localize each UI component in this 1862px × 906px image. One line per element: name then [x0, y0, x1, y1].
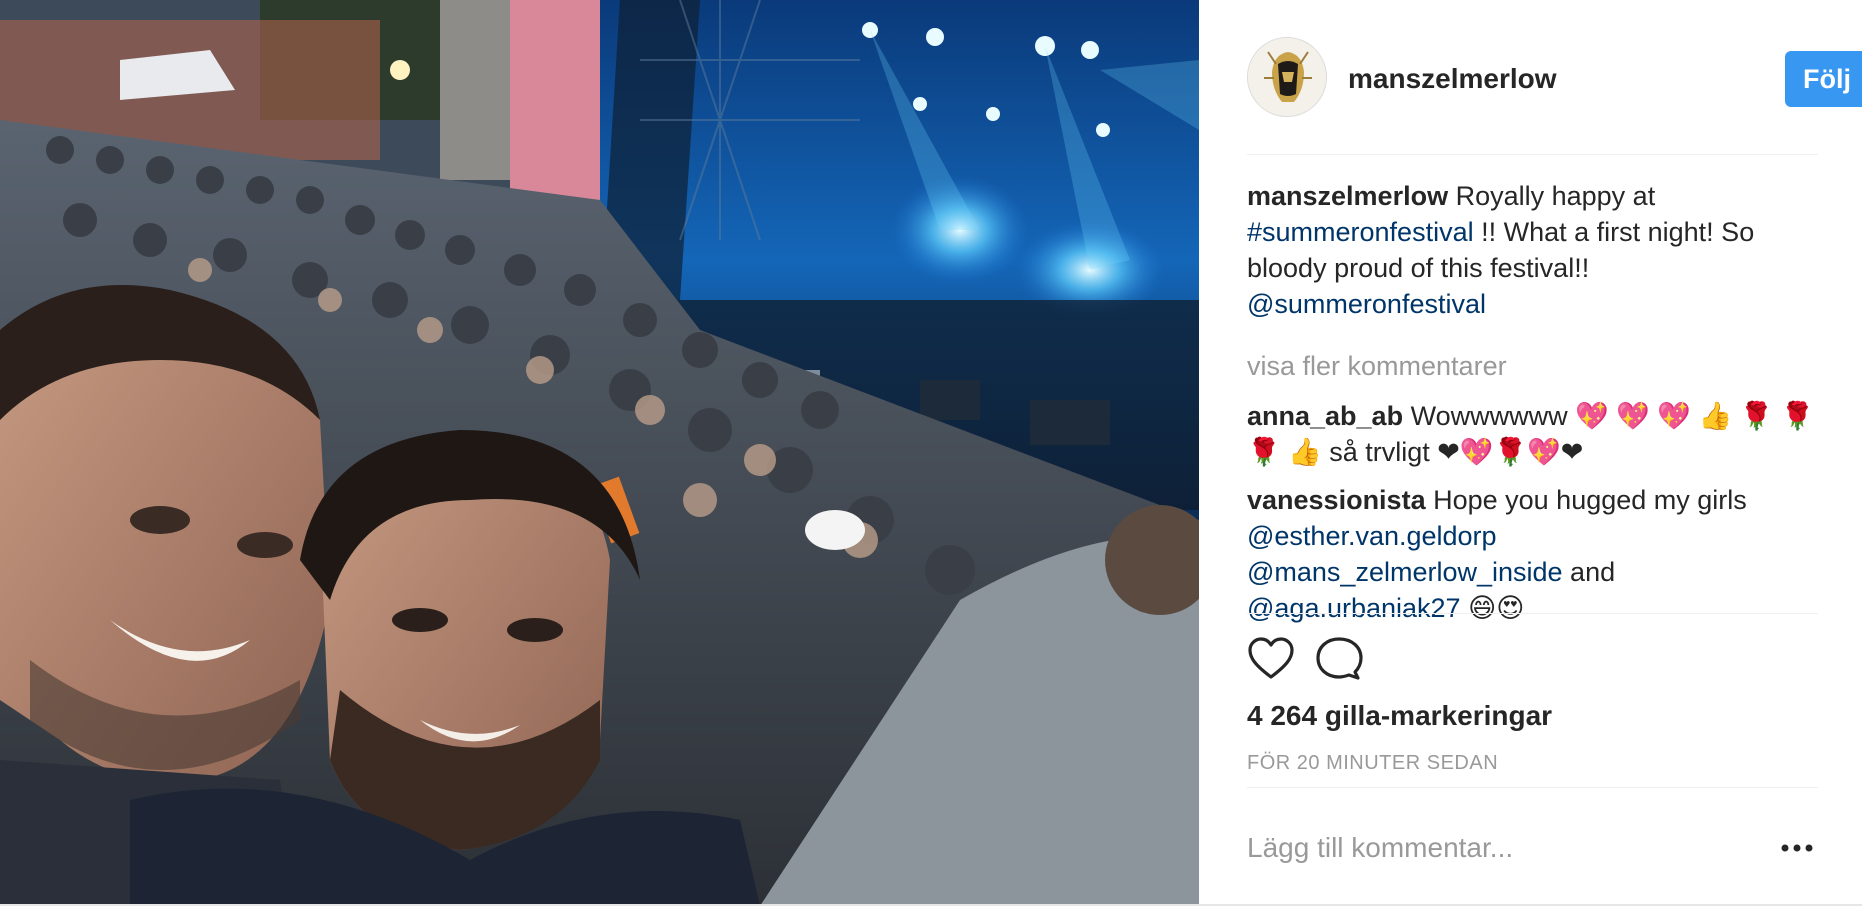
- comment-text: and: [1562, 557, 1616, 587]
- caption-mention[interactable]: @summeronfestival: [1247, 289, 1486, 319]
- comment-username[interactable]: vanessionista: [1247, 485, 1426, 515]
- comment-text: 😄😍: [1460, 593, 1525, 623]
- comment-item: anna_ab_ab Wowwwwww 💖 💖 💖 👍 🌹 🌹 🌹 👍 så t…: [1247, 398, 1818, 470]
- comment-mention[interactable]: @aga.urbaniak27: [1247, 593, 1461, 623]
- comment-icon[interactable]: [1315, 636, 1363, 682]
- follow-button[interactable]: Följ: [1785, 51, 1862, 107]
- avatar[interactable]: [1247, 37, 1327, 117]
- comment-mention[interactable]: @esther.van.geldorp: [1247, 521, 1497, 551]
- header-username[interactable]: manszelmerlow: [1348, 63, 1557, 95]
- actions-divider: [1247, 613, 1818, 614]
- add-comment-input[interactable]: [1247, 826, 1747, 870]
- caption-hashtag[interactable]: #summeronfestival: [1247, 217, 1474, 247]
- concert-selfie-image: [0, 0, 1199, 906]
- post-side-panel: manszelmerlow Följ manszelmerlow Royally…: [1199, 0, 1862, 906]
- header-divider: [1247, 154, 1818, 155]
- post-timestamp[interactable]: FÖR 20 MINUTER SEDAN: [1247, 752, 1498, 775]
- avatar-image: [1248, 38, 1326, 116]
- comment-item: vanessionista Hope you hugged my girls @…: [1247, 482, 1818, 626]
- load-more-comments-link[interactable]: visa fler kommentarer: [1247, 348, 1818, 384]
- likes-count[interactable]: 4 264 gilla-markeringar: [1247, 700, 1552, 732]
- post-header: manszelmerlow Följ: [1247, 37, 1862, 121]
- comment-divider: [1247, 787, 1818, 788]
- caption: manszelmerlow Royally happy at #summeron…: [1247, 178, 1818, 322]
- comments-section: manszelmerlow Royally happy at #summeron…: [1247, 178, 1818, 638]
- caption-text: Royally happy at: [1448, 181, 1656, 211]
- add-comment-form: [1247, 826, 1818, 870]
- comment-username[interactable]: anna_ab_ab: [1247, 401, 1403, 431]
- post-photo[interactable]: [0, 0, 1199, 906]
- caption-username[interactable]: manszelmerlow: [1247, 181, 1448, 211]
- comment-text: Hope you hugged my girls: [1425, 485, 1747, 515]
- more-options-icon[interactable]: [1777, 834, 1817, 862]
- comment-mention[interactable]: @mans_zelmerlow_inside: [1247, 557, 1563, 587]
- heart-icon[interactable]: [1247, 636, 1295, 682]
- instagram-post: manszelmerlow Följ manszelmerlow Royally…: [0, 0, 1862, 906]
- post-actions: [1247, 636, 1818, 682]
